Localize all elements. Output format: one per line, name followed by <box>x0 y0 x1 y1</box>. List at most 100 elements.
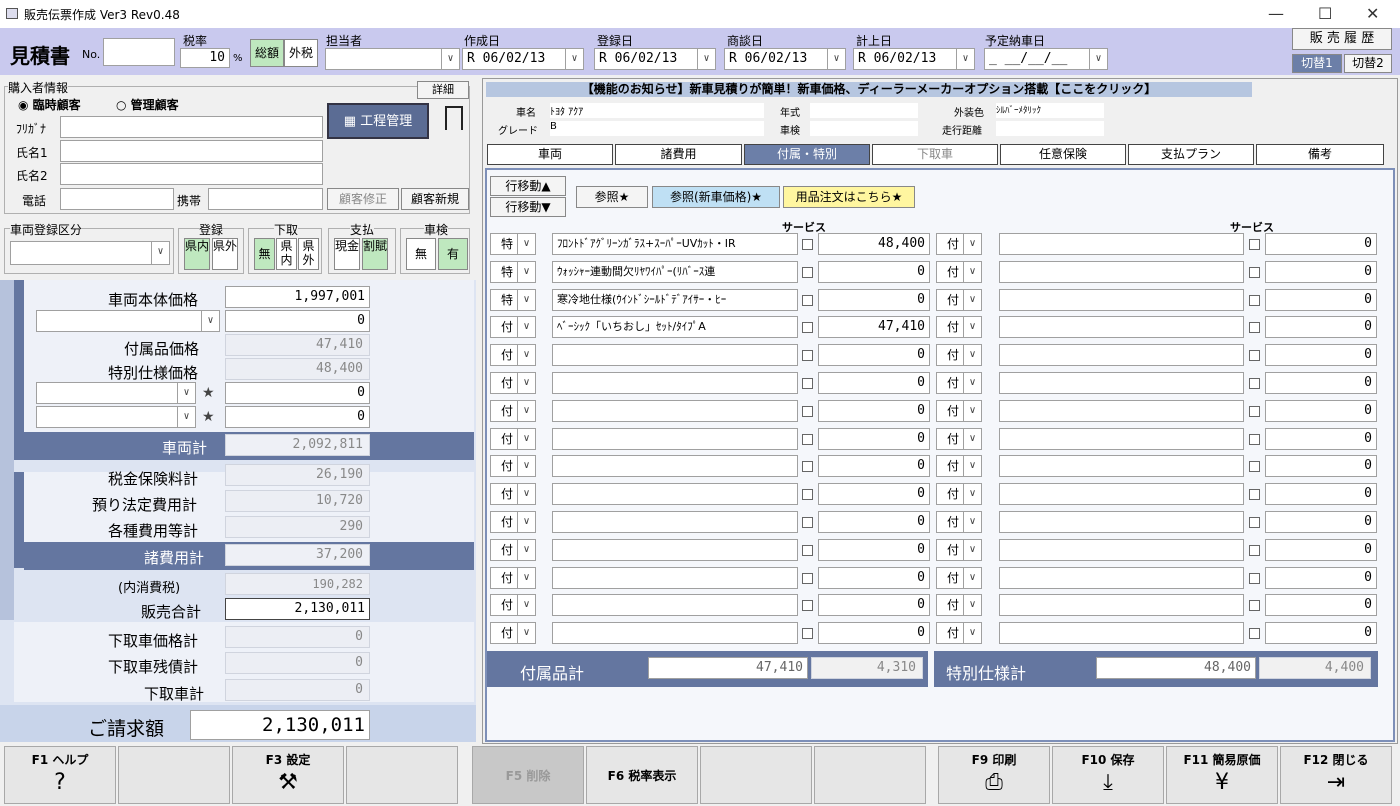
row-type-select[interactable]: 付 ∨ <box>490 538 536 561</box>
row-price[interactable]: 0 <box>818 622 930 645</box>
trade-none-toggle[interactable]: 無 <box>254 238 275 270</box>
row-type-select[interactable]: 付 ∨ <box>936 372 982 394</box>
row-service-checkbox[interactable] <box>802 572 813 584</box>
no-field[interactable] <box>103 38 175 66</box>
move-down-button[interactable]: 行移動▼ <box>490 197 566 217</box>
row-item-name[interactable] <box>999 427 1244 450</box>
row-price[interactable]: 0 <box>1265 538 1377 561</box>
row-service-checkbox[interactable] <box>802 294 813 306</box>
exclude-tax-toggle[interactable]: 外税 <box>284 39 318 67</box>
date-nego-field[interactable]: R 06/02/13 ∨ <box>724 48 846 70</box>
row-service-checkbox[interactable] <box>802 322 813 334</box>
row-item-name[interactable] <box>999 260 1244 283</box>
row-type-select[interactable]: 付 ∨ <box>936 344 982 367</box>
row-price[interactable]: 0 <box>818 594 930 617</box>
row-type-select[interactable]: 付 ∨ <box>490 427 536 450</box>
inspect-no-toggle[interactable]: 無 <box>406 238 436 270</box>
fkey-button-1[interactable]: F1 ヘルプ ? <box>4 746 116 804</box>
row-type-select[interactable]: 付 ∨ <box>936 427 982 450</box>
row-price[interactable]: 0 <box>818 566 930 589</box>
row-price[interactable]: 0 <box>818 483 930 506</box>
row-service-checkbox[interactable] <box>1249 405 1260 417</box>
row-item-name[interactable]: ﾍﾞｰｼｯｸ「いちおし」ｾｯﾄ/ﾀｲﾌﾟA <box>552 316 798 339</box>
date-deliv-field[interactable]: _ __/__/__ ∨ <box>984 48 1108 70</box>
row-price[interactable]: 0 <box>1265 622 1377 645</box>
reference-new-price-button[interactable]: 参照(新車価格)★ <box>652 186 780 208</box>
row-price[interactable]: 0 <box>1265 316 1377 339</box>
row-service-checkbox[interactable] <box>1249 461 1260 473</box>
row-type-select[interactable]: 付 ∨ <box>490 622 536 645</box>
fkey-button-9[interactable]: F9 印刷 ⎙ <box>938 746 1050 804</box>
close-button[interactable]: ✕ <box>1366 4 1379 23</box>
row-type-select[interactable]: 付 ∨ <box>936 399 982 422</box>
reference-button[interactable]: 参照★ <box>576 186 648 208</box>
row-price[interactable]: 0 <box>818 260 930 283</box>
row-price[interactable]: 0 <box>818 427 930 450</box>
row-type-select[interactable]: 付 ∨ <box>936 260 982 283</box>
row-type-select[interactable]: 付 ∨ <box>936 316 982 339</box>
row-type-select[interactable]: 付 ∨ <box>490 566 536 589</box>
row-price[interactable]: 0 <box>1265 260 1377 283</box>
row-price[interactable]: 0 <box>818 372 930 394</box>
row-service-checkbox[interactable] <box>1249 294 1260 306</box>
row-service-checkbox[interactable] <box>802 461 813 473</box>
fkey-button-12[interactable]: F12 閉じる ⇥ <box>1280 746 1392 804</box>
trade-in-toggle[interactable]: 県内 <box>276 238 297 270</box>
row-service-checkbox[interactable] <box>1249 517 1260 528</box>
row-item-name[interactable] <box>552 399 798 422</box>
row-price[interactable]: 0 <box>1265 233 1377 255</box>
row-item-name[interactable]: ｳｫｯｼｬｰ連動間欠ﾘﾔﾜｲﾊﾟｰ(ﾘﾊﾞｰｽ連 <box>552 260 798 283</box>
name2-field[interactable] <box>60 163 323 185</box>
fkey-button-11[interactable]: F11 簡易原価 ¥ <box>1166 746 1278 804</box>
process-management-button[interactable]: ▦ 工程管理 <box>327 103 429 139</box>
row-type-select[interactable]: 付 ∨ <box>490 399 536 422</box>
row-price[interactable]: 0 <box>1265 427 1377 450</box>
date-create-field[interactable]: R 06/02/13 ∨ <box>462 48 584 70</box>
row-type-select[interactable]: 特 ∨ <box>490 260 536 283</box>
row-service-checkbox[interactable] <box>1249 600 1260 612</box>
radio-managed[interactable]: ○ 管理顧客 <box>116 96 179 113</box>
tax-field[interactable]: 10 <box>180 48 230 68</box>
row-item-name[interactable] <box>999 622 1244 645</box>
row-price[interactable]: 0 <box>818 511 930 533</box>
row-item-name[interactable] <box>552 511 798 533</box>
row-type-select[interactable]: 付 ∨ <box>936 566 982 589</box>
date-book-field[interactable]: R 06/02/13 ∨ <box>853 48 975 70</box>
row-service-checkbox[interactable] <box>802 433 813 445</box>
name1-field[interactable] <box>60 140 323 162</box>
row-price[interactable]: 0 <box>818 538 930 561</box>
row-type-select[interactable]: 付 ∨ <box>936 622 982 645</box>
row-item-name[interactable] <box>552 455 798 478</box>
row-price[interactable]: 0 <box>818 455 930 478</box>
base-price-field[interactable]: 1,997,001 <box>225 286 370 308</box>
extra2-select[interactable]: ∨ <box>36 406 196 428</box>
row-price[interactable]: 0 <box>818 399 930 422</box>
detail-button[interactable]: 詳細 <box>417 81 469 99</box>
customer-new-button[interactable]: 顧客新規 <box>401 188 469 210</box>
row-service-checkbox[interactable] <box>802 517 813 528</box>
row-price[interactable]: 0 <box>1265 566 1377 589</box>
extra2-field[interactable]: 0 <box>225 406 370 428</box>
fkey-button-5[interactable]: F5 削除 <box>472 746 584 804</box>
row-type-select[interactable]: 付 ∨ <box>936 538 982 561</box>
maximize-button[interactable]: ☐ <box>1318 4 1332 23</box>
radio-temp[interactable]: ◉ 臨時顧客 <box>18 96 81 113</box>
row-type-select[interactable]: 付 ∨ <box>936 594 982 617</box>
row-item-name[interactable] <box>552 566 798 589</box>
row-type-select[interactable]: 付 ∨ <box>490 372 536 394</box>
trade-out-toggle[interactable]: 県外 <box>298 238 319 270</box>
row-price[interactable]: 0 <box>818 288 930 311</box>
row-service-checkbox[interactable] <box>1249 572 1260 584</box>
date-reg-field[interactable]: R 06/02/13 ∨ <box>594 48 716 70</box>
row-price[interactable]: 0 <box>818 344 930 367</box>
row-item-name[interactable] <box>552 427 798 450</box>
row-item-name[interactable] <box>999 566 1244 589</box>
row-service-checkbox[interactable] <box>802 378 813 389</box>
tel-field[interactable] <box>60 188 174 210</box>
row-type-select[interactable]: 付 ∨ <box>490 344 536 367</box>
order-items-button[interactable]: 用品注文はこちら★ <box>783 186 915 208</box>
fkey-button-4[interactable] <box>346 746 458 804</box>
row-item-name[interactable] <box>999 538 1244 561</box>
row-service-checkbox[interactable] <box>1249 628 1260 640</box>
row-service-checkbox[interactable] <box>1249 433 1260 445</box>
